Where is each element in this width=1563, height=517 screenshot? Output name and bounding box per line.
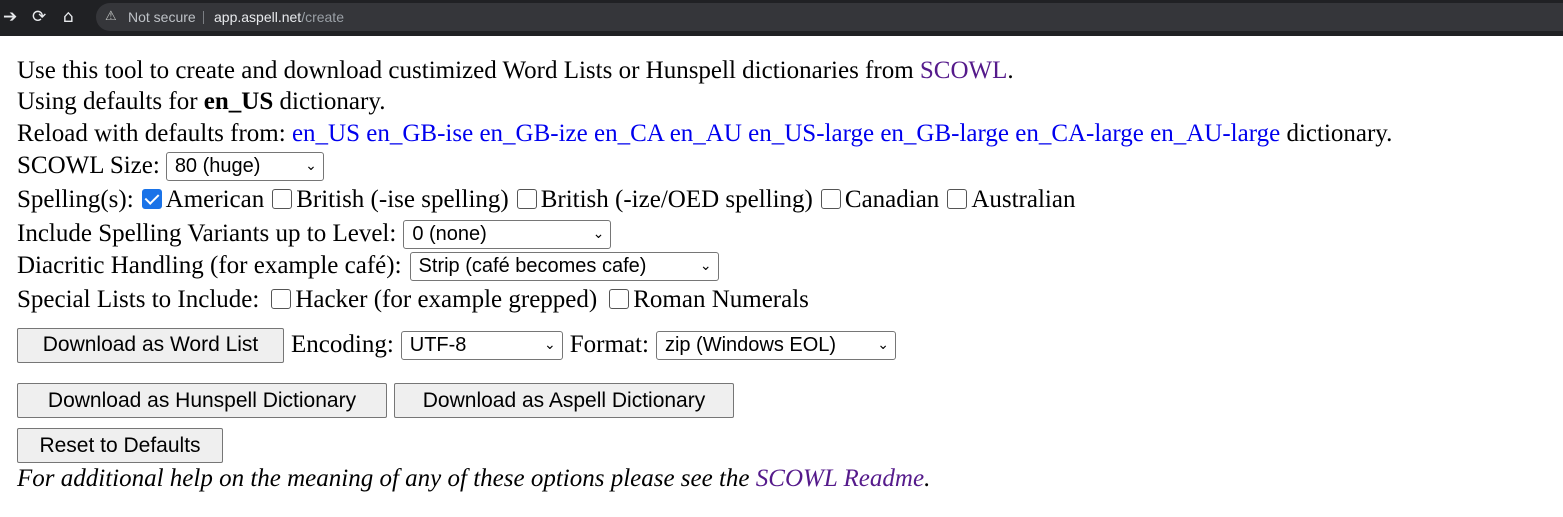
spelling-label-australian: Australian xyxy=(971,186,1076,213)
special-label-hacker: Hacker (for example grepped) xyxy=(295,286,598,313)
reload-link-en-au[interactable]: en_AU xyxy=(670,120,742,147)
variants-select[interactable]: 0 (none) ⌄ xyxy=(403,219,612,249)
spelling-label-american: American xyxy=(165,186,265,213)
intro-line: Use this tool to create and download cus… xyxy=(17,56,1014,86)
reload-suffix: dictionary. xyxy=(1280,120,1393,147)
reload-prefix: Reload with defaults from: xyxy=(17,120,292,147)
format-select[interactable]: zip (Windows EOL) ⌄ xyxy=(655,330,896,360)
format-label: Format: xyxy=(569,331,649,358)
dictionary-buttons-row: Download as Hunspell Dictionary Download… xyxy=(17,383,734,418)
reload-link-en-us-large[interactable]: en_US-large xyxy=(748,120,874,147)
spellings-row: Spelling(s): American British (-ise spel… xyxy=(17,185,1075,215)
intro-end: . xyxy=(1007,57,1014,84)
spelling-label-canadian: Canadian xyxy=(844,186,940,213)
word-list-row: Download as Word List Encoding: UTF-8 ⌄ F… xyxy=(17,327,896,363)
special-label: Special Lists to Include: xyxy=(17,286,260,313)
variants-label: Include Spelling Variants up to Level: xyxy=(17,220,397,247)
reload-link-en-ca-large[interactable]: en_CA-large xyxy=(1015,120,1144,147)
checkbox-british-ize[interactable] xyxy=(516,189,537,209)
defaults-prefix: Using defaults for xyxy=(17,88,204,115)
variants-row: Include Spelling Variants up to Level: 0… xyxy=(17,219,612,249)
chevron-down-icon: ⌄ xyxy=(544,337,556,353)
checkbox-american[interactable] xyxy=(141,189,162,209)
download-hunspell-button[interactable]: Download as Hunspell Dictionary xyxy=(17,383,387,418)
diacritic-label: Diacritic Handling (for example café): xyxy=(17,252,402,279)
encoding-select[interactable]: UTF-8 ⌄ xyxy=(400,330,563,360)
url-path: /create xyxy=(301,9,344,25)
checkbox-british-ise[interactable] xyxy=(272,189,293,209)
browser-toolbar: ➔ ⟳ ⌂ ⚠ Not secure app.aspell.net/create xyxy=(0,0,1563,36)
reload-link-en-ca[interactable]: en_CA xyxy=(594,120,663,147)
checkbox-hacker[interactable] xyxy=(271,289,292,309)
reload-link-en-us[interactable]: en_US xyxy=(292,120,360,147)
checkbox-australian[interactable] xyxy=(947,189,968,209)
format-value: zip (Windows EOL) xyxy=(664,334,837,356)
spellings-label: Spelling(s): xyxy=(17,186,134,213)
help-end: . xyxy=(924,465,931,492)
chevron-down-icon: ⌄ xyxy=(877,337,889,353)
size-label: SCOWL Size: xyxy=(17,152,160,179)
reload-line: Reload with defaults from: en_US en_GB-i… xyxy=(17,119,1392,149)
reload-link-en-au-large[interactable]: en_AU-large xyxy=(1150,120,1280,147)
encoding-label: Encoding: xyxy=(291,331,394,358)
help-line: For additional help on the meaning of an… xyxy=(17,464,930,494)
address-divider xyxy=(203,11,204,24)
reload-link-en-gb-ise[interactable]: en_GB-ise xyxy=(366,120,473,147)
scowl-readme-link[interactable]: SCOWL Readme xyxy=(756,465,924,492)
url-text[interactable]: app.aspell.net/create xyxy=(214,3,344,31)
diacritic-select[interactable]: Strip (café becomes cafe) ⌄ xyxy=(409,251,719,281)
reload-link-en-gb-ize[interactable]: en_GB-ize xyxy=(479,120,587,147)
home-icon[interactable]: ⌂ xyxy=(63,7,74,27)
reset-row: Reset to Defaults xyxy=(17,428,223,463)
size-row: SCOWL Size: 80 (huge) ⌄ xyxy=(17,151,324,181)
size-select[interactable]: 80 (huge) ⌄ xyxy=(165,151,324,181)
url-host: app.aspell.net xyxy=(214,9,302,25)
size-value: 80 (huge) xyxy=(174,155,261,177)
chevron-down-icon: ⌄ xyxy=(305,158,317,174)
spelling-label-british-ize: British (-ize/OED spelling) xyxy=(540,186,813,213)
warning-icon[interactable]: ⚠ xyxy=(105,3,117,31)
defaults-line: Using defaults for en_US dictionary. xyxy=(17,87,385,117)
diacritic-row: Diacritic Handling (for example café): S… xyxy=(17,251,719,281)
address-bar[interactable]: ⚠ Not secure app.aspell.net/create xyxy=(96,3,1563,31)
help-text: For additional help on the meaning of an… xyxy=(17,465,756,492)
reload-link-en-gb-large[interactable]: en_GB-large xyxy=(880,120,1009,147)
arrow-right-icon[interactable]: ➔ xyxy=(3,7,17,27)
diacritic-value: Strip (café becomes cafe) xyxy=(418,255,647,277)
chevron-down-icon: ⌄ xyxy=(592,226,605,242)
special-label-roman-numerals: Roman Numerals xyxy=(633,286,809,313)
checkbox-canadian[interactable] xyxy=(820,189,841,209)
variants-value: 0 (none) xyxy=(412,223,487,245)
intro-text: Use this tool to create and download cus… xyxy=(17,57,920,84)
defaults-suffix: dictionary. xyxy=(273,88,386,115)
chevron-down-icon: ⌄ xyxy=(699,258,712,274)
download-aspell-button[interactable]: Download as Aspell Dictionary xyxy=(394,383,734,418)
checkbox-roman-numerals[interactable] xyxy=(609,289,630,309)
download-word-list-button[interactable]: Download as Word List xyxy=(17,327,284,363)
special-row: Special Lists to Include: Hacker (for ex… xyxy=(17,285,809,315)
defaults-dict: en_US xyxy=(203,88,274,115)
encoding-value: UTF-8 xyxy=(409,334,467,356)
reload-icon[interactable]: ⟳ xyxy=(32,7,46,27)
scowl-link[interactable]: SCOWL xyxy=(920,57,1008,84)
reset-defaults-button[interactable]: Reset to Defaults xyxy=(17,428,223,463)
security-label[interactable]: Not secure xyxy=(128,3,196,31)
spelling-label-british-ise: British (-ise spelling) xyxy=(296,186,509,213)
